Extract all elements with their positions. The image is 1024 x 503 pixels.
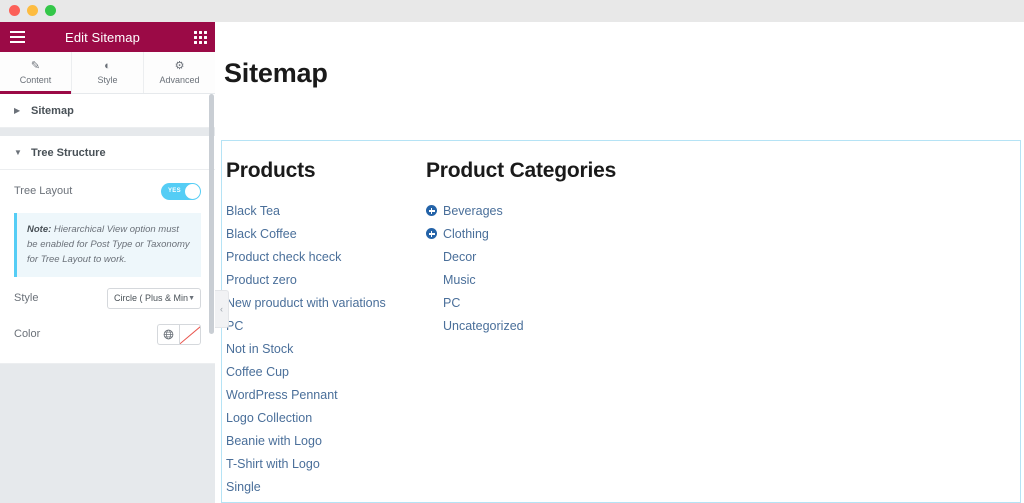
sitemap-link[interactable]: Uncategorized [443,319,524,333]
toggle-knob [185,183,200,199]
app-shell: Edit Sitemap ✎ Content ◐ Style ⚙ Advance… [0,22,1024,503]
note-prefix: Note: [27,224,52,235]
list-item[interactable]: Product check hceck [226,245,426,268]
section-header-sitemap[interactable]: ▶ Sitemap [0,94,215,128]
globe-icon[interactable] [157,323,179,345]
tree-structure-body: Tree Layout YES Note: Hierarchical View … [0,170,215,364]
list-item[interactable]: Music [426,268,726,291]
tree-layout-label: Tree Layout [14,185,73,197]
section-header-tree-structure[interactable]: ▼ Tree Structure [0,136,215,170]
list-item[interactable]: New prouduct with variations [226,291,426,314]
list-item[interactable]: Single [226,475,426,498]
toggle-state-label: YES [168,188,181,194]
editor-panel: Edit Sitemap ✎ Content ◐ Style ⚙ Advance… [0,22,215,503]
section-sitemap-label: Sitemap [31,104,74,117]
tab-advanced[interactable]: ⚙ Advanced [144,52,215,93]
chevron-left-icon: ‹ [220,304,223,314]
products-list: Black Tea Black Coffee Product check hce… [226,199,426,503]
panel-tabs: ✎ Content ◐ Style ⚙ Advanced [0,52,215,94]
note-callout: Note: Hierarchical View option must be e… [14,213,201,277]
list-item[interactable]: Not in Stock [226,337,426,360]
sitemap-link[interactable]: Beanie with Logo [226,434,322,448]
sitemap-link[interactable]: Coffee Cup [226,365,289,379]
color-label: Color [14,328,41,340]
list-item[interactable]: T-Shirt with Logo [226,452,426,475]
pencil-icon: ✎ [30,60,41,72]
traffic-lights [9,5,56,16]
panel-header: Edit Sitemap [0,22,215,52]
list-item[interactable]: Clothing [426,222,726,245]
sitemap-link[interactable]: New prouduct with variations [226,296,386,310]
expand-plus-icon[interactable] [426,205,437,216]
color-controls [157,323,201,345]
close-window-button[interactable] [9,5,20,16]
sitemap-link[interactable]: Logo Collection [226,411,312,425]
panel-scrollbar[interactable] [209,94,214,334]
window-titlebar [0,0,1024,22]
tree-layout-toggle[interactable]: YES [161,182,201,200]
list-item[interactable]: PC [226,314,426,337]
tab-advanced-label: Advanced [159,75,200,85]
product-categories-list: Beverages Clothing Decor Music PC Uncate… [426,199,726,337]
column-title-product-categories: Product Categories [426,159,617,182]
sitemap-link[interactable]: Product zero [226,273,297,287]
sitemap-link[interactable]: Single [226,480,261,494]
note-text: Hierarchical View option must be enabled… [27,224,190,265]
chevron-down-icon: ▼ [14,148,22,157]
sitemap-link[interactable]: PC [443,296,460,310]
tab-style[interactable]: ◐ Style [72,52,144,93]
sitemap-link[interactable]: WordPress Pennant [226,388,338,402]
contrast-icon: ◐ [104,60,111,72]
style-select-value: Circle ( Plus & Minus [114,293,189,303]
apps-grid-icon[interactable] [185,30,215,44]
sitemap-link[interactable]: Product check hceck [226,250,341,264]
list-item[interactable]: Beanie with Logo [226,429,426,452]
section-tree-structure-label: Tree Structure [31,146,106,159]
gear-icon: ⚙ [174,60,185,72]
minimize-window-button[interactable] [27,5,38,16]
chevron-down-icon: ▼ [188,294,195,302]
maximize-window-button[interactable] [45,5,56,16]
field-color: Color [14,313,201,349]
sitemap-link[interactable]: Not in Stock [226,342,293,356]
sitemap-columns: Products Black Tea Black Coffee Product … [226,159,1020,503]
list-item[interactable]: WordPress Pennant [226,383,426,406]
tab-content[interactable]: ✎ Content [0,52,72,94]
list-item[interactable]: Black Coffee [226,222,426,245]
sitemap-widget[interactable]: Products Black Tea Black Coffee Product … [221,140,1021,503]
sitemap-link[interactable]: Black Coffee [226,227,297,241]
list-item[interactable]: Album [226,498,426,503]
list-item[interactable]: Uncategorized [426,314,726,337]
sitemap-link[interactable]: T-Shirt with Logo [226,457,320,471]
sitemap-link[interactable]: Beverages [443,204,503,218]
list-item[interactable]: Decor [426,245,726,268]
sitemap-column-product-categories: Product Categories Beverages Clothing De… [426,159,726,503]
color-swatch-none[interactable] [179,323,201,345]
tab-content-label: Content [19,75,52,85]
page-title: Sitemap [224,58,328,88]
style-label: Style [14,292,39,304]
expand-plus-icon[interactable] [426,228,437,239]
list-item[interactable]: Logo Collection [226,406,426,429]
sitemap-link[interactable]: Music [443,273,476,287]
sitemap-column-products: Products Black Tea Black Coffee Product … [226,159,426,503]
chevron-right-icon: ▶ [14,106,21,115]
panel-title: Edit Sitemap [65,29,140,45]
sitemap-link[interactable]: Black Tea [226,204,280,218]
tab-style-label: Style [97,75,118,85]
field-tree-layout: Tree Layout YES [14,170,201,206]
section-divider [0,128,215,136]
sitemap-link[interactable]: Decor [443,250,476,264]
panel-collapse-handle[interactable]: ‹ [215,290,229,328]
list-item[interactable]: PC [426,291,726,314]
list-item[interactable]: Product zero [226,268,426,291]
sitemap-link[interactable]: Clothing [443,227,489,241]
style-select[interactable]: Circle ( Plus & Minus ▼ [107,287,201,309]
list-item[interactable]: Coffee Cup [226,360,426,383]
list-item[interactable]: Beverages [426,199,726,222]
field-style: Style Circle ( Plus & Minus ▼ [14,277,201,313]
column-title-products: Products [226,159,316,182]
list-item[interactable]: Black Tea [226,199,426,222]
canvas: Sitemap Products Black Tea Black Coffee … [215,22,1024,503]
